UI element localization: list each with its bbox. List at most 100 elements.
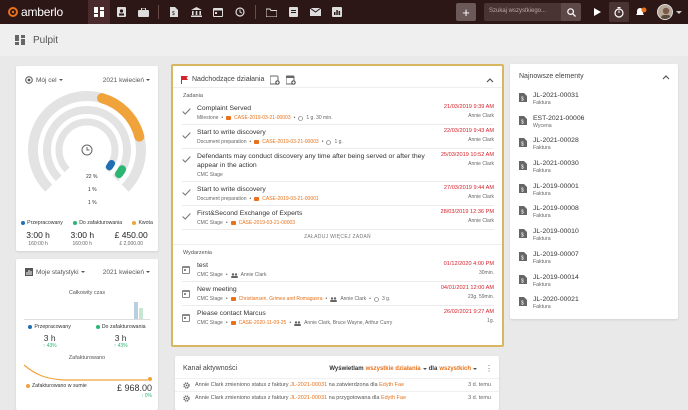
newest-item-id[interactable]: JL-2019-00014 bbox=[533, 274, 579, 281]
task-title[interactable]: Start to write discovery bbox=[197, 128, 434, 137]
task-type: Document preparation bbox=[197, 139, 247, 145]
mail-nav-icon[interactable] bbox=[304, 0, 326, 24]
cases-nav-icon[interactable] bbox=[132, 0, 154, 24]
newest-item[interactable]: $ JL-2019-00010 Faktura bbox=[510, 224, 678, 247]
goal-pct-unbilled: 1 % bbox=[88, 187, 97, 193]
people-icon bbox=[294, 320, 302, 326]
newest-item-type: Faktura bbox=[533, 213, 551, 220]
task-item[interactable]: Complaint Served Milestone • CASE-2019-03… bbox=[182, 101, 494, 125]
chevron-down-icon bbox=[58, 79, 63, 81]
newest-item-id[interactable]: JL-2020-00021 bbox=[533, 296, 579, 303]
invoices-nav-icon[interactable]: $ bbox=[163, 0, 185, 24]
feed-to-link[interactable]: Edyth Fae bbox=[379, 382, 404, 388]
task-title[interactable]: First&Second Exchange of Experts bbox=[197, 209, 434, 218]
add-event-icon[interactable] bbox=[286, 75, 297, 85]
svg-text:$: $ bbox=[521, 233, 524, 239]
newest-item[interactable]: $ JL-2019-00014 Faktura bbox=[510, 270, 678, 293]
task-case-link[interactable]: CASE-2019-03-21-00001 bbox=[262, 196, 318, 202]
dashboard-nav-icon[interactable] bbox=[88, 0, 110, 24]
load-more-tasks-button[interactable]: ZAŁADUJ WIĘCEJ ZADAŃ bbox=[173, 230, 502, 244]
contacts-nav-icon[interactable] bbox=[110, 0, 132, 24]
task-item[interactable]: Start to write discovery Document prepar… bbox=[182, 182, 494, 206]
event-item[interactable]: Please contact Marcus CMC Stage • CASE-20… bbox=[182, 306, 494, 329]
newest-item[interactable]: $ JL-2019-00001 Faktura bbox=[510, 179, 678, 202]
event-item[interactable]: New meeting CMC Stage • Christiansen, Gri… bbox=[182, 282, 494, 306]
feed-ref-link[interactable]: JL-2021-00031 bbox=[290, 382, 327, 388]
feed-ref-link[interactable]: JL-2021-00031 bbox=[290, 395, 327, 401]
check-icon[interactable] bbox=[182, 213, 191, 220]
case-icon bbox=[226, 116, 232, 120]
event-case-link[interactable]: CASE-2020-11-09-25 bbox=[239, 320, 287, 326]
search-input[interactable]: Szukaj wszystkiego... bbox=[484, 3, 561, 21]
stats-amount-value: £ 968.00 bbox=[116, 383, 152, 393]
newest-item[interactable]: $ JL-2020-00021 Faktura bbox=[510, 292, 678, 315]
case-icon bbox=[254, 140, 260, 144]
newest-item[interactable]: $ JL-2019-00007 Faktura bbox=[510, 247, 678, 270]
user-menu-caret-icon[interactable] bbox=[676, 10, 682, 14]
task-item[interactable]: First&Second Exchange of Experts CMC Sta… bbox=[182, 206, 494, 230]
event-title[interactable]: Please contact Marcus bbox=[197, 309, 434, 318]
add-task-icon[interactable] bbox=[270, 75, 281, 85]
svg-text:$: $ bbox=[172, 11, 175, 17]
play-timer-button[interactable] bbox=[587, 2, 607, 22]
newest-item[interactable]: $ JL-2021-00028 Faktura bbox=[510, 133, 678, 156]
newest-item-id[interactable]: EST-2021-00006 bbox=[533, 115, 584, 122]
event-item[interactable]: test CMC Stage • Annie Clark 01/12/2020 4… bbox=[182, 258, 494, 282]
task-item[interactable]: Defendants may conduct discovery any tim… bbox=[182, 149, 494, 182]
more-options-icon[interactable]: ⋮ bbox=[485, 364, 493, 373]
stats-title-dropdown[interactable]: Moje statystyki bbox=[36, 269, 85, 276]
unbilled-value: 3:00 h bbox=[70, 230, 95, 240]
task-item[interactable]: Start to write discovery Document prepar… bbox=[182, 125, 494, 149]
svg-text:$: $ bbox=[521, 165, 524, 171]
newest-item-id[interactable]: JL-2019-00001 bbox=[533, 183, 579, 190]
history-nav-icon[interactable] bbox=[229, 0, 251, 24]
documents-nav-icon[interactable] bbox=[282, 0, 304, 24]
feed-filter-activity-dropdown[interactable]: wszystkie działania bbox=[366, 366, 421, 372]
feed-filter-who-dropdown[interactable]: wszystkich bbox=[439, 366, 471, 372]
chevron-down-icon bbox=[146, 79, 150, 81]
feed-to-link[interactable]: Edyth Fae bbox=[381, 395, 406, 401]
check-icon[interactable] bbox=[182, 156, 191, 163]
avatar[interactable] bbox=[657, 4, 673, 20]
event-title[interactable]: New meeting bbox=[197, 285, 434, 294]
event-title[interactable]: test bbox=[197, 261, 434, 270]
newest-item-id[interactable]: JL-2021-00028 bbox=[533, 137, 579, 144]
task-title[interactable]: Defendants may conduct discovery any tim… bbox=[197, 152, 434, 170]
bank-nav-icon[interactable] bbox=[185, 0, 207, 24]
check-icon[interactable] bbox=[182, 132, 191, 139]
newest-item-id[interactable]: JL-2019-00007 bbox=[533, 251, 579, 258]
task-title[interactable]: Start to write discovery bbox=[197, 185, 434, 194]
add-button[interactable]: + bbox=[456, 3, 476, 21]
newest-item[interactable]: $ JL-2019-00008 Faktura bbox=[510, 201, 678, 224]
notifications-button[interactable] bbox=[631, 2, 651, 22]
newest-item[interactable]: $ JL-2021-00031 Faktura bbox=[510, 88, 678, 111]
timer-button[interactable] bbox=[609, 2, 629, 22]
logo[interactable]: amberlo bbox=[0, 5, 88, 19]
center-clock-hands bbox=[86, 147, 90, 151]
check-icon[interactable] bbox=[182, 189, 191, 196]
task-due-date: 21/03/2019 9:39 AM bbox=[443, 104, 494, 110]
newest-item-id[interactable]: JL-2019-00008 bbox=[533, 205, 579, 212]
chevron-up-icon[interactable] bbox=[662, 74, 670, 80]
invoice-doc-icon: $ bbox=[519, 183, 527, 193]
task-title[interactable]: Complaint Served bbox=[197, 104, 434, 113]
event-case-link[interactable]: Christiansen, Grimes and Romaguera bbox=[239, 296, 323, 302]
newest-item-id[interactable]: JL-2021-00030 bbox=[533, 160, 579, 167]
reports-nav-icon[interactable] bbox=[326, 0, 348, 24]
newest-item-id[interactable]: JL-2021-00031 bbox=[533, 92, 579, 99]
calendar-nav-icon[interactable] bbox=[207, 0, 229, 24]
task-case-link[interactable]: CASE-2019-03-21-00003 bbox=[262, 139, 318, 145]
newest-item-id[interactable]: JL-2019-00010 bbox=[533, 228, 579, 235]
folder-nav-icon[interactable] bbox=[260, 0, 282, 24]
newest-item[interactable]: $ EST-2021-00006 Wycena bbox=[510, 111, 678, 134]
check-icon[interactable] bbox=[182, 108, 191, 115]
newest-item[interactable]: $ JL-2021-00030 Faktura bbox=[510, 156, 678, 179]
task-case-link[interactable]: CASE-2019-03-21-00003 bbox=[234, 115, 290, 121]
chevron-up-icon[interactable] bbox=[486, 77, 494, 83]
goal-title-dropdown[interactable]: Mój cel bbox=[36, 77, 63, 84]
task-case-link[interactable]: CASE-2019-03-21-00003 bbox=[239, 220, 295, 226]
stats-period-dropdown[interactable]: 2021 kwiecień bbox=[103, 269, 150, 276]
search-button[interactable] bbox=[561, 3, 581, 21]
event-date: 26/02/2021 9:27 AM bbox=[443, 309, 494, 315]
goal-period-dropdown[interactable]: 2021 kwiecień bbox=[103, 77, 150, 84]
